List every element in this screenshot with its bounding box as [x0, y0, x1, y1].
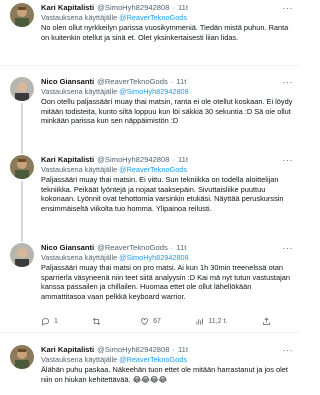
views-count: 11,2 t. [208, 317, 228, 325]
display-name[interactable]: Kari Kapitalisti [41, 345, 94, 355]
replying-to: Vastauksena käyttäjälle @ReaverTeknoGods [41, 355, 295, 364]
replying-to: Vastauksena käyttäjälle @ReaverTeknoGods [41, 13, 295, 22]
replying-to-label: Vastauksena käyttäjälle [41, 253, 118, 262]
retweet-icon [93, 317, 101, 325]
reply-mention[interactable]: @ReaverTeknoGods [119, 13, 187, 22]
tweet-text: Paljassääri muay thai matsi on pro matsi… [41, 263, 290, 302]
separator: · [170, 243, 174, 252]
reply-mention[interactable]: @SimoHyh82942808 [119, 253, 188, 262]
avatar-nico[interactable] [10, 77, 34, 101]
user-handle[interactable]: @ReaverTeknoGods [97, 77, 168, 87]
thread-line [21, 103, 23, 143]
tweet[interactable]: Nico Giansanti @ReaverTeknoGods · 11t Va… [0, 66, 301, 143]
replying-to: Vastauksena käyttäjälle @ReaverTeknoGods [41, 165, 295, 174]
timestamp[interactable]: 11t [176, 77, 186, 87]
reply-mention[interactable]: @SimoHyh82942808 [119, 87, 188, 96]
separator: · [172, 155, 176, 164]
tweet[interactable]: Nico Giansanti @ReaverTeknoGods · 11t Va… [0, 233, 301, 333]
tweet-header: Kari Kapitalisti @SimoHyh82942808 · 11t [41, 3, 295, 13]
reply-mention[interactable]: @ReaverTeknoGods [119, 165, 187, 174]
more-icon[interactable]: ··· [283, 4, 294, 13]
share-button[interactable] [262, 317, 271, 326]
separator: · [172, 345, 176, 354]
separator: · [172, 3, 176, 12]
replying-to-label: Vastauksena käyttäjälle [41, 355, 118, 364]
user-handle[interactable]: @ReaverTeknoGods [97, 243, 168, 253]
avatar-kari[interactable] [10, 155, 34, 179]
tweet[interactable]: Kari Kapitalisti @SimoHyh82942808 · 11t … [0, 0, 301, 66]
timestamp[interactable]: 11t [178, 155, 188, 165]
tweet-text: No olen ollut nyrkkeilyn parissa vuosiky… [41, 23, 289, 42]
separator: · [170, 77, 174, 86]
avatar-nico[interactable] [10, 243, 34, 267]
reply-button[interactable]: 1 [41, 317, 58, 326]
display-name[interactable]: Kari Kapitalisti [41, 3, 94, 13]
display-name[interactable]: Nico Giansanti [41, 77, 94, 87]
timestamp[interactable]: 11t [176, 243, 186, 253]
more-icon[interactable]: ··· [283, 346, 294, 355]
more-icon[interactable]: ··· [283, 244, 294, 253]
reply-count: 1 [54, 317, 58, 325]
views-button[interactable]: 11,2 t. [195, 317, 227, 326]
tweet-text: Oon otellu paljassäärí muay thai matsin,… [41, 97, 293, 126]
tweet-header: Kari Kapitalisti @SimoHyh82942808 · 11t [41, 345, 295, 355]
tweet-header: Nico Giansanti @ReaverTeknoGods · 11t [41, 243, 295, 253]
display-name[interactable]: Nico Giansanti [41, 243, 94, 253]
more-icon[interactable]: ··· [283, 156, 294, 165]
tweet[interactable]: Kari Kapitalisti @SimoHyh82942808 · 11t … [0, 333, 301, 395]
tweet-text: Älähän puhu paskaa. Näkeehän tuon ettet … [41, 365, 288, 384]
avatar-kari[interactable] [10, 345, 34, 369]
tweet-actions: 1 67 11,2 t. [41, 315, 271, 327]
retweet-button[interactable] [92, 317, 105, 326]
thread-line [21, 143, 23, 154]
replying-to-label: Vastauksena käyttäjälle [41, 13, 118, 22]
user-handle[interactable]: @SimoHyh82942808 [97, 155, 169, 165]
user-handle[interactable]: @SimoHyh82942808 [97, 3, 169, 13]
replying-to-label: Vastauksena käyttäjälle [41, 87, 118, 96]
views-icon [196, 318, 204, 324]
timestamp[interactable]: 11t [178, 345, 188, 355]
replying-to: Vastauksena käyttäjälle @SimoHyh82942808 [41, 253, 295, 262]
tweet-header: Nico Giansanti @ReaverTeknoGods · 11t [41, 77, 295, 87]
timestamp[interactable]: 11t [178, 3, 188, 13]
display-name[interactable]: Kari Kapitalisti [41, 155, 94, 165]
reply-mention[interactable]: @ReaverTeknoGods [119, 355, 187, 364]
replying-to: Vastauksena käyttäjälle @SimoHyh82942808 [41, 87, 295, 96]
tweet-text: Paljassääri muay thai matsin. Ei vittu. … [41, 175, 284, 214]
tweet[interactable]: Kari Kapitalisti @SimoHyh82942808 · 11t … [0, 143, 301, 233]
like-count: 67 [153, 317, 161, 325]
tweet-header: Kari Kapitalisti @SimoHyh82942808 · 11t [41, 155, 295, 165]
user-handle[interactable]: @SimoHyh82942808 [97, 345, 169, 355]
like-button[interactable]: 67 [140, 317, 161, 326]
thread-line [21, 233, 23, 242]
reply-icon [42, 317, 49, 326]
replying-to-label: Vastauksena käyttäjälle [41, 165, 118, 174]
avatar-kari[interactable] [10, 3, 34, 27]
heart-icon [141, 317, 148, 325]
share-icon [263, 317, 270, 325]
more-icon[interactable]: ··· [283, 78, 294, 87]
thread-line [21, 181, 23, 233]
